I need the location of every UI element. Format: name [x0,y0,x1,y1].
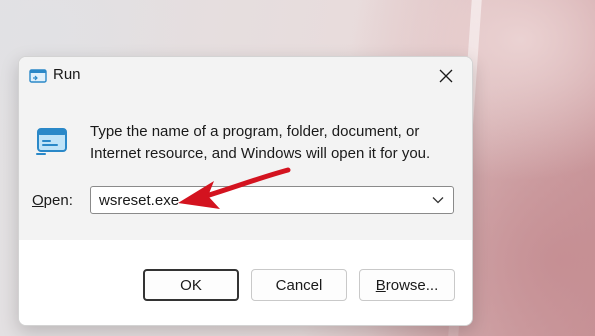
run-dialog: Run Type the name of a program, folder, … [18,56,473,326]
ok-button[interactable]: OK [143,269,239,301]
command-input[interactable] [91,187,421,213]
dropdown-button[interactable] [425,187,451,213]
open-label: Open: [32,192,73,209]
dialog-content: Type the name of a program, folder, docu… [19,95,472,240]
open-label-text: pen: [43,192,73,209]
close-icon [439,69,453,83]
run-icon [29,69,47,83]
title-bar: Run [19,57,472,95]
browse-accesskey: B [375,276,386,294]
browse-button[interactable]: Browse... [359,269,455,301]
close-button[interactable] [426,59,466,93]
chevron-down-icon [432,197,444,204]
command-combobox[interactable] [90,186,454,214]
dialog-footer: OK Cancel Browse... [19,240,472,325]
open-label-accesskey: O [32,192,44,209]
instruction-text: Type the name of a program, folder, docu… [90,123,431,162]
cancel-button[interactable]: Cancel [251,269,347,301]
run-program-icon [36,128,67,155]
window-title: Run [53,66,81,83]
browse-label: rowse... [385,276,439,294]
